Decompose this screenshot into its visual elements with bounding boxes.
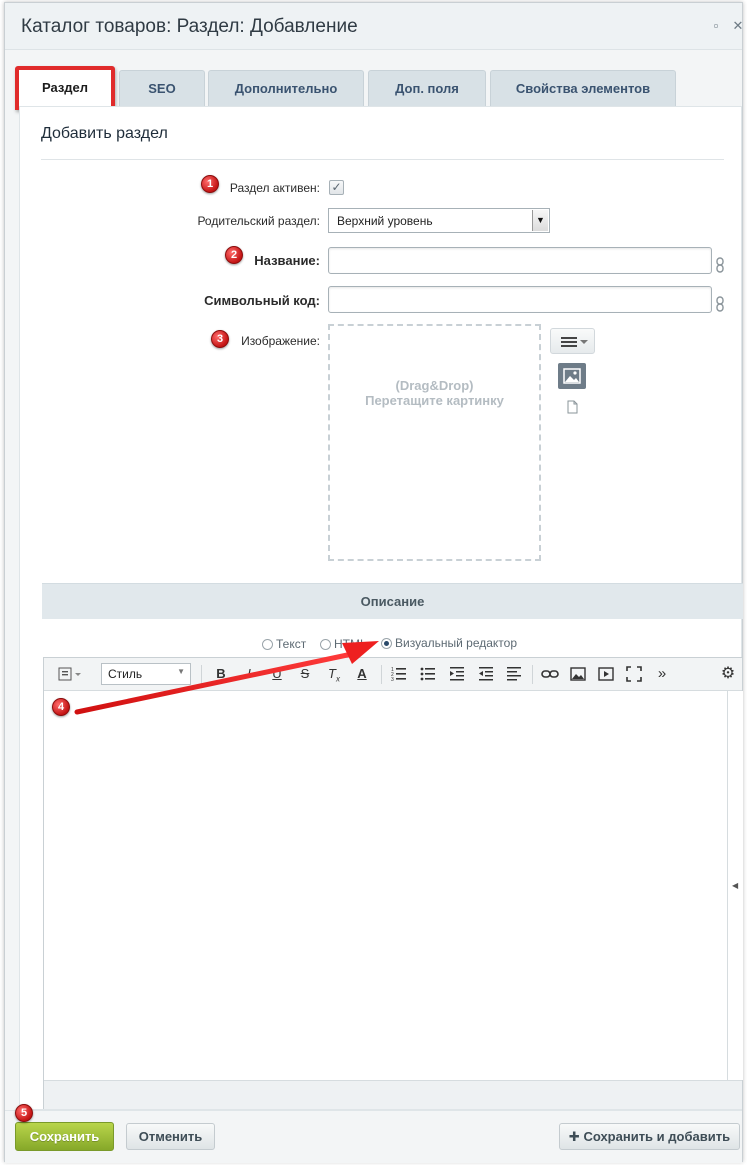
marker-5: 5 [15,1104,33,1122]
align-icon[interactable] [505,665,523,683]
more-icon[interactable]: » [653,665,671,683]
image-icon [563,368,581,384]
tab-extra-fields[interactable]: Доп. поля [368,70,486,106]
tab-element-properties[interactable]: Свойства элементов [490,70,676,106]
footer-bar: Сохранить Отменить ✚ Сохранить и добавит… [5,1110,742,1163]
underline-icon[interactable]: U [268,665,286,683]
close-icon[interactable]: ✕ [732,19,744,32]
menu-button[interactable] [550,328,595,354]
toolbar-divider [532,665,533,684]
style-select-label: Стиль [108,667,143,681]
mode-visual-radio[interactable]: Визуальный редактор [381,636,517,650]
toolbar-divider [201,665,202,684]
strikethrough-icon[interactable]: S [296,665,314,683]
visual-editor: Стиль ▼ B I U S Tx A 123 » ⚙ ◀ [43,657,743,1109]
chevron-down-icon: ▼ [532,210,548,231]
dialog-window: Каталог товаров: Раздел: Добавление ▫ ✕ … [4,2,744,1163]
image-button[interactable] [558,363,586,389]
ordered-list-icon[interactable]: 123 [390,665,408,683]
insert-image-icon[interactable] [569,665,587,683]
save-button[interactable]: Сохранить [15,1122,114,1151]
maximize-icon[interactable]: ▫ [710,19,722,32]
code-input[interactable] [328,286,712,313]
marker-4: 4 [52,698,70,716]
link-icon[interactable] [716,296,724,312]
divider [41,159,724,160]
name-label: Название: [254,253,320,268]
chevron-down-icon: ▼ [177,667,185,676]
bullet-list-icon[interactable] [419,665,437,683]
chevron-left-icon: ◀ [732,881,739,890]
bold-icon[interactable]: B [212,665,230,683]
radio-selected-icon [381,638,392,649]
style-select[interactable]: Стиль ▼ [101,663,191,685]
parent-label: Родительский раздел: [197,214,320,228]
dropzone-text: Перетащите картинку [365,393,504,408]
mode-text-radio[interactable]: Текст [262,637,306,651]
image-label: Изображение: [241,334,320,348]
page-title: Добавить раздел [41,125,168,142]
parent-select-value: Верхний уровень [337,214,433,228]
text-color-icon[interactable]: A [353,665,371,683]
active-label: Раздел активен: [229,181,320,195]
link-icon[interactable] [541,665,559,683]
editor-content-area[interactable] [44,691,727,1080]
tab-section[interactable]: Раздел [15,66,115,110]
code-label: Символьный код: [204,293,320,308]
tab-seo[interactable]: SEO [119,70,205,106]
dropzone-hint: (Drag&Drop) [395,378,474,393]
fullscreen-icon[interactable] [625,665,643,683]
menu-icon [561,337,588,347]
parent-select[interactable]: Верхний уровень ▼ [328,208,550,233]
template-menu-icon[interactable] [56,665,82,683]
save-and-add-button[interactable]: ✚ Сохранить и добавить [559,1123,740,1150]
outdent-icon[interactable] [477,665,495,683]
file-icon[interactable] [567,400,578,414]
image-dropzone[interactable]: (Drag&Drop) Перетащите картинку [328,324,541,561]
radio-icon [262,639,273,650]
mode-html-label: HTML [334,637,367,651]
editor-statusbar [44,1080,742,1109]
plus-icon: ✚ [568,1129,584,1144]
italic-icon[interactable]: I [240,665,258,683]
mode-text-label: Текст [276,637,307,651]
dialog-title: Каталог товаров: Раздел: Добавление [21,16,358,37]
clear-format-icon[interactable]: Tx [324,665,344,684]
toolbar-divider [381,665,382,684]
mode-html-radio[interactable]: HTML [320,637,367,651]
video-icon[interactable] [597,665,615,683]
cancel-button[interactable]: Отменить [126,1123,215,1150]
mode-visual-label: Визуальный редактор [395,636,518,650]
radio-icon [320,639,331,650]
titlebar: Каталог товаров: Раздел: Добавление ▫ ✕ [5,3,744,50]
description-header: Описание [42,583,743,619]
indent-icon[interactable] [448,665,466,683]
save-and-add-label: Сохранить и добавить [583,1129,731,1144]
svg-text:3: 3 [391,677,394,683]
editor-toolbar: Стиль ▼ B I U S Tx A 123 » ⚙ [44,658,742,691]
editor-scrollbar[interactable]: ◀ [727,691,743,1080]
tab-additional[interactable]: Дополнительно [208,70,364,106]
gear-icon[interactable]: ⚙ [719,665,737,683]
name-input[interactable] [328,247,712,274]
active-checkbox[interactable]: ✓ [329,180,344,195]
form-panel: Добавить раздел 1 Раздел активен: ✓ Роди… [19,106,743,1110]
link-icon[interactable] [716,257,724,273]
